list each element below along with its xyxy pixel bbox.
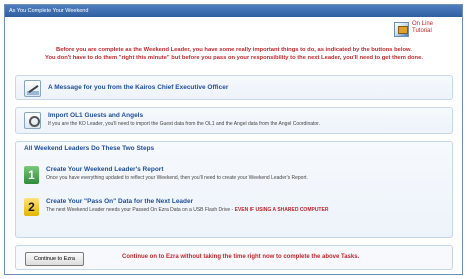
intro-line1: Before you are complete as the Weekend L… <box>56 47 412 53</box>
steps-header: All Weekend Leaders Do These Two Steps <box>24 145 155 152</box>
pen-icon <box>24 80 41 97</box>
gear-icon <box>24 112 41 129</box>
steps-panel: All Weekend Leaders Do These Two Steps 1… <box>15 141 453 238</box>
intro-text: Before you are complete as the Weekend L… <box>9 46 459 62</box>
import-title[interactable]: Import OL1 Guests and Angels <box>48 112 320 120</box>
tutorial-line1: On Line <box>412 21 434 27</box>
tutorial-label: On Line Tutorial <box>412 21 433 35</box>
continue-bar: Continue to Ezra Continue on to Ezra wit… <box>15 245 453 270</box>
tutorial-line2: Tutorial <box>412 28 432 34</box>
tutorial-icon <box>394 22 409 37</box>
import-panel[interactable]: Import OL1 Guests and Angels If you are … <box>15 107 453 134</box>
pass-on-subtitle: The next Weekend Leader needs your Passe… <box>46 207 416 214</box>
pass-on-subtitle-text: The next Weekend Leader needs your Passe… <box>46 207 234 213</box>
dialog-window: As You Complete Your Weekend On Line Tut… <box>4 4 463 275</box>
online-tutorial-link[interactable]: On Line Tutorial <box>394 21 454 43</box>
number-2-badge: 2 <box>24 198 39 216</box>
ceo-message-title[interactable]: A Message for you from the Kairos Chief … <box>48 84 228 92</box>
pass-on-link[interactable]: Create Your "Pass On" Data for the Next … <box>46 198 416 206</box>
window-title: As You Complete Your Weekend <box>5 5 462 17</box>
pass-on-warning: EVEN IF USING A SHARED COMPUTER <box>234 207 329 213</box>
intro-line2: You don't have to do them "right this mi… <box>45 55 423 61</box>
create-report-link[interactable]: Create Your Weekend Leader's Report <box>46 166 308 174</box>
continue-note: Continue on to Ezra without taking the t… <box>122 254 360 260</box>
import-subtitle: If you are the KO Leader, you'll need to… <box>48 121 320 127</box>
number-1-badge: 1 <box>24 166 39 184</box>
ceo-message-panel[interactable]: A Message for you from the Kairos Chief … <box>15 75 453 100</box>
continue-to-ezra-button[interactable]: Continue to Ezra <box>25 252 84 266</box>
create-report-subtitle: Once you have everything updated to refl… <box>46 175 308 181</box>
